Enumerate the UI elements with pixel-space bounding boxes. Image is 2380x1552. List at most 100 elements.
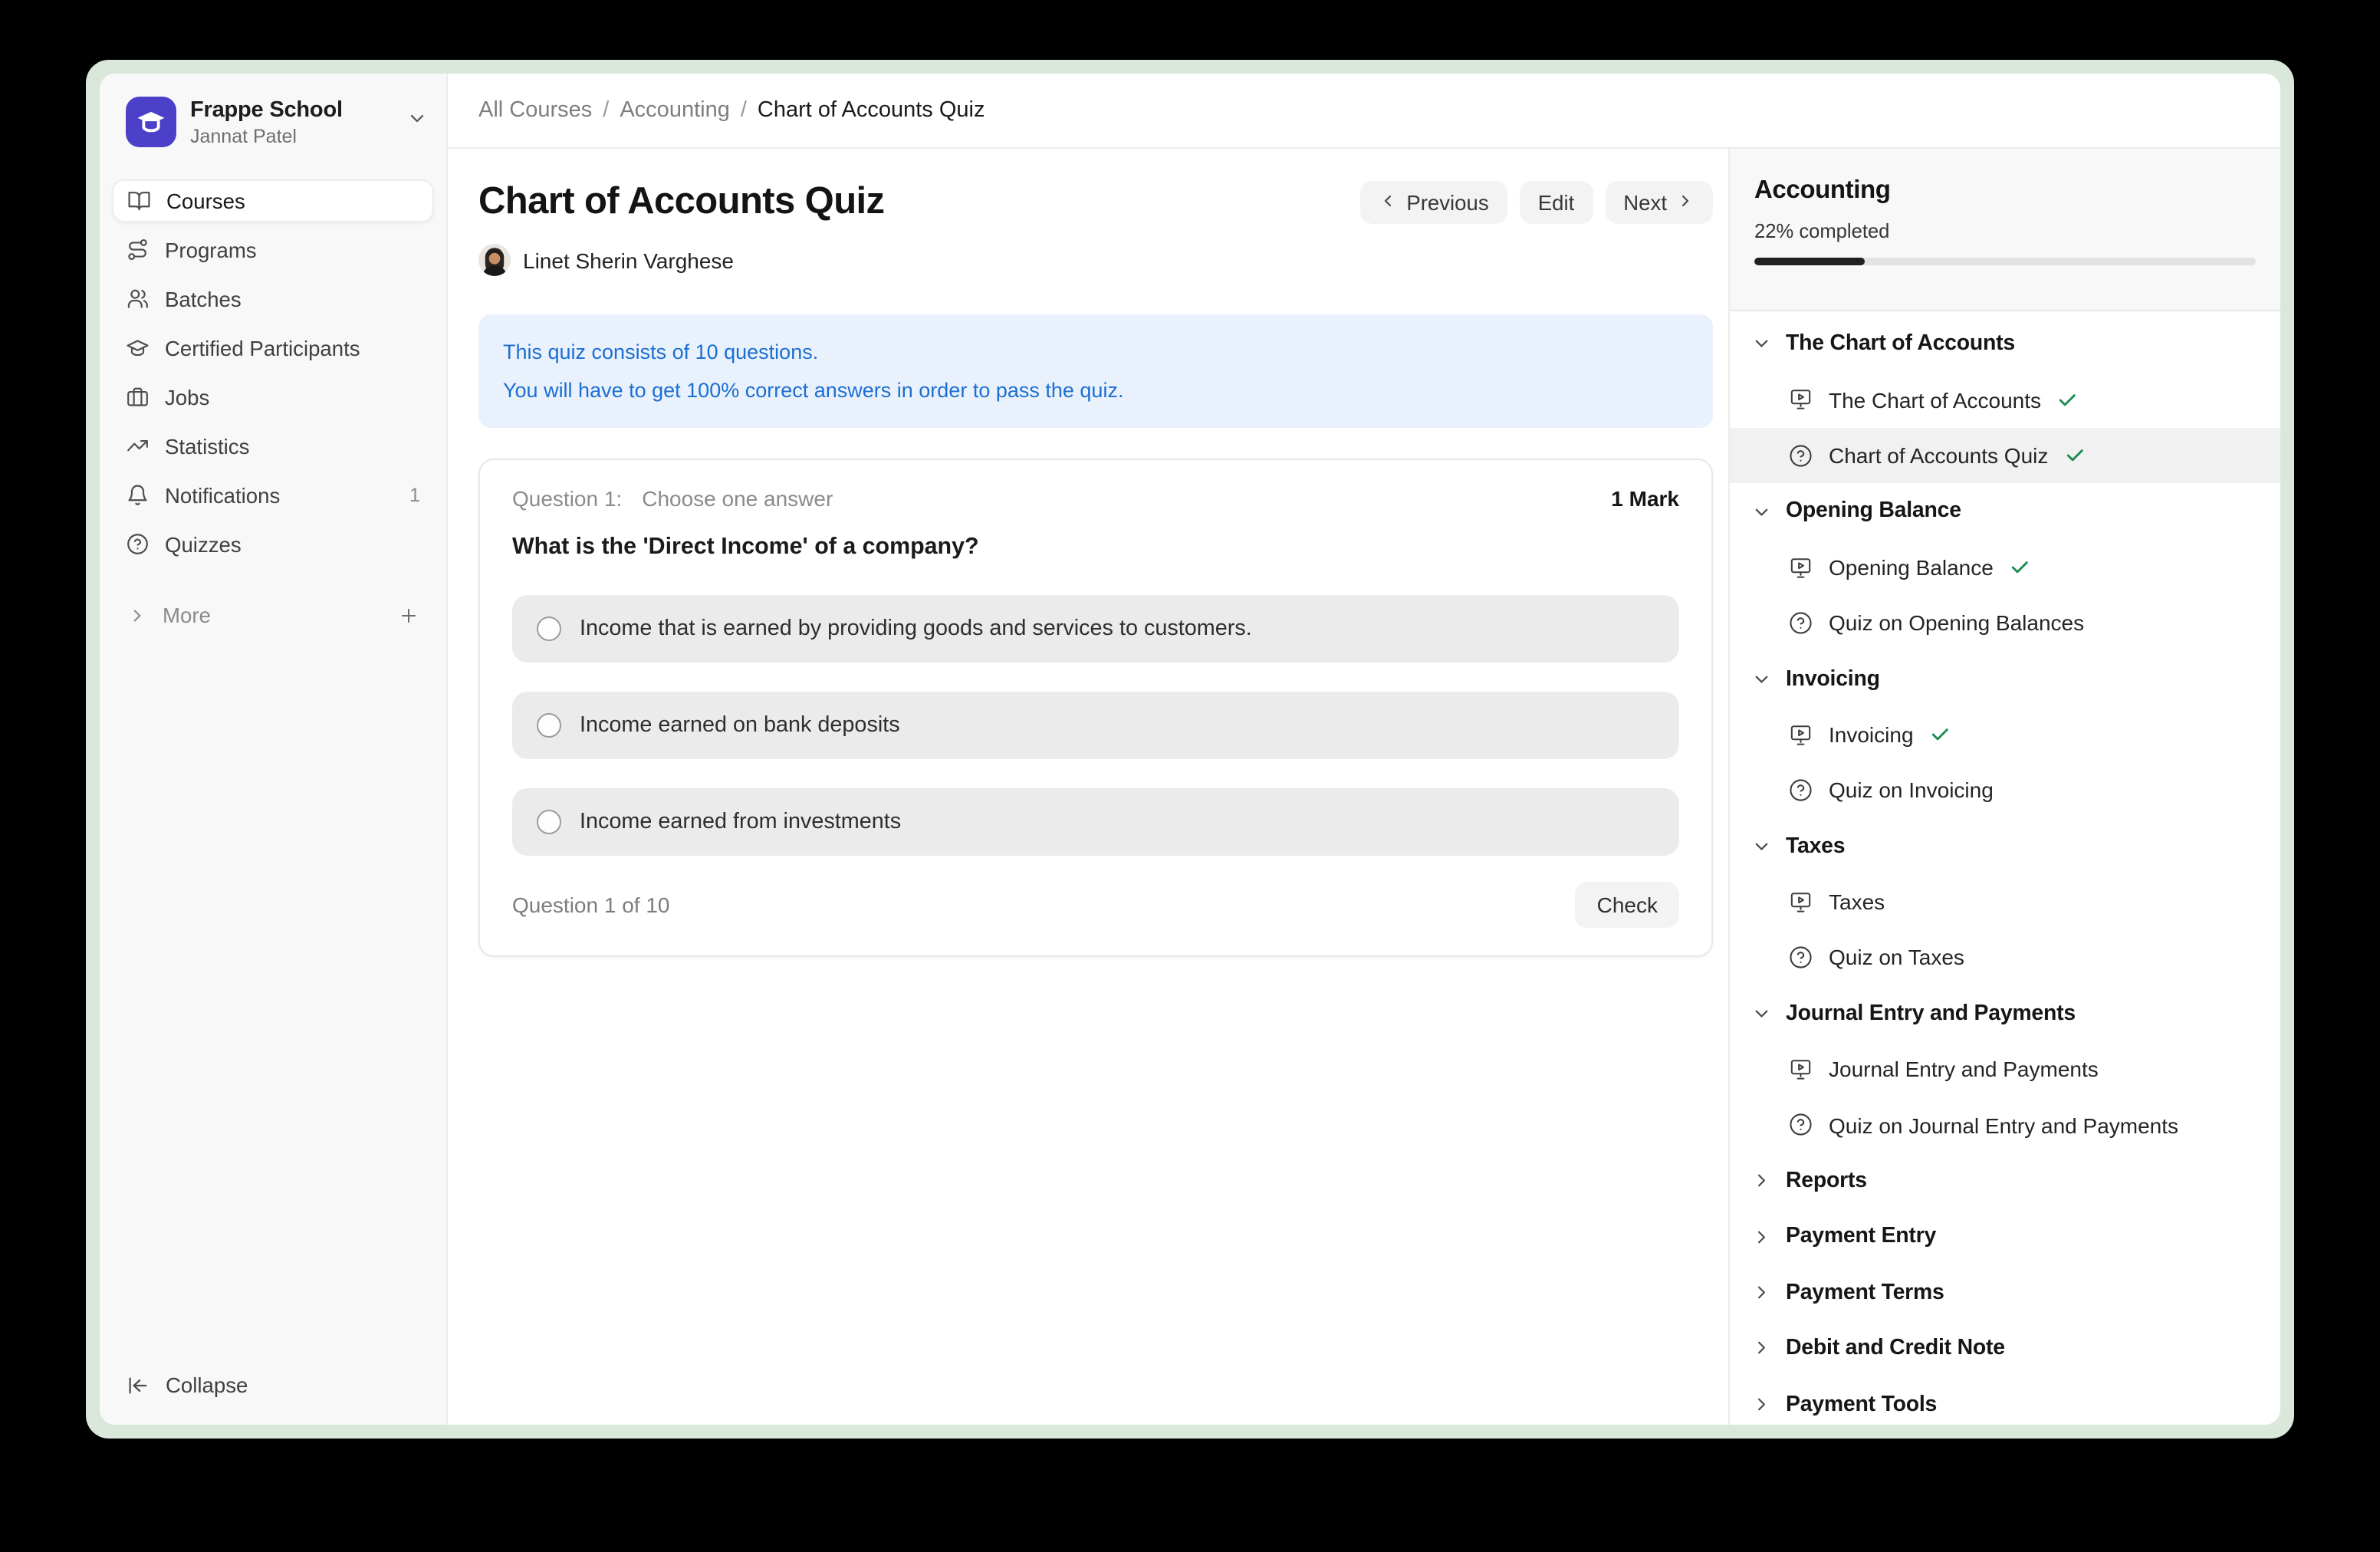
outline-section-payment-tools[interactable]: Payment Tools [1730, 1376, 2280, 1425]
workspace-name: Frappe School [190, 97, 393, 122]
chevron-down-icon [1751, 334, 1772, 354]
quiz-icon [1788, 778, 1813, 803]
sidebar-item-courses[interactable]: Courses [112, 179, 434, 222]
sidebar-item-certified-participants[interactable]: Certified Participants [112, 327, 434, 370]
lesson-icon [1788, 1057, 1813, 1082]
plus-icon[interactable] [397, 603, 420, 626]
course-outline-panel: Accounting 22% completed The Chart of Ac… [1728, 149, 2280, 1425]
outline-section-payment-entry[interactable]: Payment Entry [1730, 1209, 2280, 1265]
completed-check-icon [1929, 724, 1951, 745]
collapse-label: Collapse [166, 1373, 248, 1396]
page-title: Chart of Accounts Quiz [478, 181, 884, 224]
outline-item-taxes[interactable]: Taxes [1730, 874, 2280, 930]
sidebar-item-notifications[interactable]: Notifications1 [112, 474, 434, 517]
outline-item-quiz-on-taxes[interactable]: Quiz on Taxes [1730, 930, 2280, 986]
answer-option-3[interactable]: Income earned from investments [512, 788, 1679, 856]
sidebar-item-jobs[interactable]: Jobs [112, 376, 434, 419]
chevron-left-icon [1379, 191, 1397, 214]
chevron-down-icon[interactable] [406, 107, 428, 136]
main-content: Chart of Accounts Quiz Previous Edit [448, 149, 1728, 1425]
chevron-down-icon [1751, 1003, 1772, 1024]
outline-section-debit-and-credit-note[interactable]: Debit and Credit Note [1730, 1320, 2280, 1376]
collapse-left-icon [126, 1373, 149, 1396]
quiz-icon [1788, 945, 1813, 970]
quiz-icon [1788, 1113, 1813, 1138]
chevron-right-icon [1751, 1226, 1772, 1247]
author-avatar [478, 244, 511, 276]
sidebar-item-programs[interactable]: Programs [112, 229, 434, 271]
chevron-right-icon [1676, 191, 1695, 214]
completed-check-icon [2009, 557, 2030, 578]
completed-check-icon [2056, 389, 2078, 410]
quiz-notice: This quiz consists of 10 questions. You … [478, 314, 1713, 428]
chevron-down-icon [1751, 669, 1772, 689]
author-name: Linet Sherin Varghese [523, 248, 734, 272]
outline-item-journal-entry-and-payments[interactable]: Journal Entry and Payments [1730, 1041, 2280, 1097]
graduation-cap-icon [135, 106, 167, 138]
frappe-school-logo [126, 97, 176, 147]
question-card: Question 1: Choose one answer 1 Mark Wha… [478, 459, 1713, 957]
sidebar-item-quizzes[interactable]: Quizzes [112, 523, 434, 566]
radio-button[interactable] [537, 713, 561, 738]
chevron-down-icon [1751, 501, 1772, 521]
lesson-icon [1788, 722, 1813, 747]
radio-button[interactable] [537, 810, 561, 834]
question-progress: Question 1 of 10 [512, 893, 670, 917]
answer-option-1[interactable]: Income that is earned by providing goods… [512, 595, 1679, 663]
course-progress-bar [1754, 258, 2256, 265]
outline-section-payment-terms[interactable]: Payment Terms [1730, 1264, 2280, 1320]
sidebar-item-batches[interactable]: Batches [112, 278, 434, 321]
answer-option-2[interactable]: Income earned on bank deposits [512, 692, 1679, 759]
users-icon [126, 288, 150, 311]
trending-up-icon [126, 435, 150, 459]
workspace-user: Jannat Patel [190, 125, 393, 146]
radio-button[interactable] [537, 617, 561, 641]
outline-item-quiz-on-journal-entry-and-payments[interactable]: Quiz on Journal Entry and Payments [1730, 1097, 2280, 1153]
collapse-sidebar-button[interactable]: Collapse [100, 1362, 446, 1408]
notice-line-1: This quiz consists of 10 questions. [503, 333, 1688, 371]
author-row: Linet Sherin Varghese [478, 244, 1713, 276]
lesson-icon [1788, 889, 1813, 915]
help-circle-icon [126, 533, 150, 557]
question-marks: 1 Mark [1611, 486, 1679, 511]
sidebar-item-statistics[interactable]: Statistics [112, 425, 434, 468]
breadcrumb-current: Chart of Accounts Quiz [758, 98, 985, 123]
notice-line-2: You will have to get 100% correct answer… [503, 371, 1688, 409]
route-icon [126, 238, 150, 262]
chevron-right-icon [126, 605, 147, 625]
sidebar-item-more[interactable]: More [112, 594, 434, 636]
course-progress-text: 22% completed [1754, 219, 2256, 242]
bell-icon [126, 484, 150, 508]
outline-section-the-chart-of-accounts[interactable]: The Chart of Accounts [1730, 316, 2280, 372]
course-title: Accounting [1754, 176, 2256, 206]
check-button[interactable]: Check [1576, 882, 1679, 928]
breadcrumb: All Courses/Accounting/Chart of Accounts… [478, 98, 985, 123]
outline-section-journal-entry-and-payments[interactable]: Journal Entry and Payments [1730, 985, 2280, 1041]
workspace-switcher[interactable]: Frappe School Jannat Patel [100, 74, 446, 163]
outline-item-quiz-on-opening-balances[interactable]: Quiz on Opening Balances [1730, 595, 2280, 651]
breadcrumb-all-courses[interactable]: All Courses [478, 98, 592, 123]
outline-item-opening-balance[interactable]: Opening Balance [1730, 539, 2280, 595]
desktop-background: Frappe School Jannat Patel Courses Progra… [0, 0, 2380, 1552]
breadcrumb-accounting[interactable]: Accounting [620, 98, 730, 123]
book-open-icon [127, 189, 151, 213]
app-window: Frappe School Jannat Patel Courses Progra… [86, 60, 2294, 1439]
notification-badge: 1 [409, 485, 420, 506]
answer-options: Income that is earned by providing goods… [512, 595, 1679, 856]
outline-item-invoicing[interactable]: Invoicing [1730, 706, 2280, 762]
outline-section-invoicing[interactable]: Invoicing [1730, 651, 2280, 707]
left-sidebar: Frappe School Jannat Patel Courses Progra… [100, 74, 448, 1425]
lesson-icon [1788, 554, 1813, 580]
previous-button[interactable]: Previous [1360, 181, 1507, 224]
outline-item-the-chart-of-accounts[interactable]: The Chart of Accounts [1730, 372, 2280, 428]
course-outline-list: The Chart of AccountsThe Chart of Accoun… [1730, 311, 2280, 1425]
outline-item-quiz-on-invoicing[interactable]: Quiz on Invoicing [1730, 762, 2280, 818]
graduation-cap-icon [126, 337, 150, 360]
outline-item-chart-of-accounts-quiz[interactable]: Chart of Accounts Quiz [1730, 428, 2280, 484]
chevron-right-icon [1751, 1338, 1772, 1359]
outline-section-opening-balance[interactable]: Opening Balance [1730, 483, 2280, 539]
edit-button[interactable]: Edit [1520, 181, 1593, 224]
outline-section-taxes[interactable]: Taxes [1730, 818, 2280, 874]
next-button[interactable]: Next [1605, 181, 1713, 224]
outline-section-reports[interactable]: Reports [1730, 1153, 2280, 1209]
